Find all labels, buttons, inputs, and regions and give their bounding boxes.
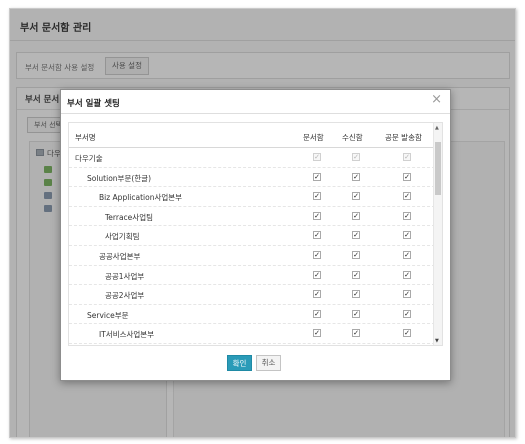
table-row: 사업기획팀 ✓ ✓ ✓ (69, 226, 435, 246)
dept-name-cell: 공공1사업부 (105, 271, 145, 281)
dept-name-cell: 다우기술 (75, 154, 103, 163)
dept-name-cell: 사업기획팀 (105, 232, 140, 242)
recv-box-checkbox: ✓ (352, 153, 360, 161)
dialog-divider (61, 113, 450, 114)
pub-box-checkbox: ✓ (403, 153, 411, 161)
recv-box-checkbox[interactable]: ✓ (352, 192, 360, 201)
col-doc-box: 문서함 (303, 133, 324, 142)
pub-box-checkbox[interactable]: ✓ (403, 329, 411, 338)
table-row: 다우기술 ✓ ✓ ✓ (69, 148, 435, 168)
doc-box-checkbox[interactable]: ✓ (313, 192, 321, 201)
table-scrollbar[interactable]: ▲ ▼ (433, 123, 442, 345)
dept-name-cell: 공공2사업부 (105, 291, 145, 301)
dept-setting-table: 부서명 문서함 수신함 공문 발송함 다우기술 ✓ ✓ ✓ Solution부문(한글)… (68, 122, 443, 346)
doc-box-checkbox[interactable]: ✓ (313, 309, 321, 318)
table-row: 공공사업본부 ✓ ✓ ✓ (69, 246, 435, 266)
table-row: 공공2사업부 ✓ ✓ ✓ (69, 285, 435, 305)
col-dept-name: 부서명 (75, 133, 96, 142)
recv-box-checkbox[interactable]: ✓ (352, 290, 360, 299)
dept-name-cell: IT서비스사업본부 (99, 330, 155, 340)
scroll-up-icon[interactable]: ▲ (435, 125, 439, 131)
pub-box-checkbox[interactable]: ✓ (403, 172, 411, 181)
pub-box-checkbox[interactable]: ✓ (403, 231, 411, 240)
recv-box-checkbox[interactable]: ✓ (352, 211, 360, 220)
cancel-button[interactable]: 취소 (256, 355, 281, 371)
doc-box-checkbox: ✓ (313, 153, 321, 161)
pub-box-checkbox[interactable]: ✓ (403, 250, 411, 259)
doc-box-checkbox[interactable]: ✓ (313, 172, 321, 181)
table-row: Service부문 ✓ ✓ ✓ (69, 305, 435, 325)
recv-box-checkbox[interactable]: ✓ (352, 231, 360, 240)
dept-name-cell: Terrace사업팀 (105, 212, 153, 222)
doc-box-checkbox[interactable]: ✓ (313, 290, 321, 299)
pub-box-checkbox[interactable]: ✓ (403, 192, 411, 201)
doc-box-checkbox[interactable]: ✓ (313, 270, 321, 279)
doc-box-checkbox[interactable]: ✓ (313, 329, 321, 338)
table-row: IT서비스사업본부 ✓ ✓ ✓ (69, 324, 435, 344)
doc-box-checkbox[interactable]: ✓ (313, 231, 321, 240)
doc-box-checkbox[interactable]: ✓ (313, 250, 321, 259)
table-body: 다우기술 ✓ ✓ ✓ Solution부문(한글) ✓ ✓ ✓ Biz Application사… (69, 148, 435, 344)
table-row: 공공1사업부 ✓ ✓ ✓ (69, 266, 435, 286)
recv-box-checkbox[interactable]: ✓ (352, 250, 360, 259)
close-icon[interactable]: × (431, 93, 442, 107)
table-header: 부서명 문서함 수신함 공문 발송함 (69, 123, 435, 148)
recv-box-checkbox[interactable]: ✓ (352, 172, 360, 181)
scroll-down-icon[interactable]: ▼ (435, 338, 439, 344)
pub-box-checkbox[interactable]: ✓ (403, 270, 411, 279)
dialog-title: 부서 일괄 셋팅 (67, 99, 120, 109)
pub-box-checkbox[interactable]: ✓ (403, 211, 411, 220)
doc-box-checkbox[interactable]: ✓ (313, 211, 321, 220)
pub-box-checkbox[interactable]: ✓ (403, 309, 411, 318)
recv-box-checkbox[interactable]: ✓ (352, 309, 360, 318)
confirm-button[interactable]: 확인 (227, 355, 252, 371)
recv-box-checkbox[interactable]: ✓ (352, 329, 360, 338)
col-recv-box: 수신함 (342, 133, 363, 142)
dept-name-cell: Service부문 (87, 310, 129, 320)
recv-box-checkbox[interactable]: ✓ (352, 270, 360, 279)
dept-name-cell: Solution부문(한글) (87, 173, 152, 183)
table-row: Terrace사업팀 ✓ ✓ ✓ (69, 207, 435, 227)
bulk-setting-dialog: 부서 일괄 셋팅 × 부서명 문서함 수신함 공문 발송함 다우기술 ✓ ✓ ✓ Sol… (60, 89, 451, 381)
scroll-thumb[interactable] (435, 142, 441, 195)
dept-name-cell: Biz Application사업본부 (99, 193, 183, 203)
pub-box-checkbox[interactable]: ✓ (403, 290, 411, 299)
col-pub-box: 공문 발송함 (385, 133, 422, 142)
table-row: Biz Application사업본부 ✓ ✓ ✓ (69, 187, 435, 207)
table-row: Solution부문(한글) ✓ ✓ ✓ (69, 168, 435, 188)
dept-name-cell: 공공사업본부 (99, 251, 141, 261)
